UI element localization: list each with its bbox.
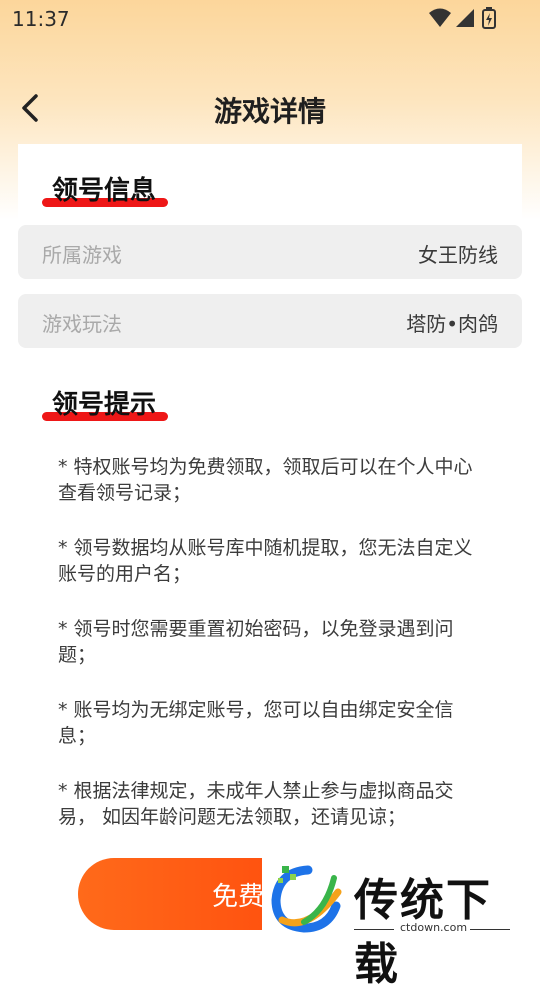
tip-item: * 账号均为无绑定账号，您可以自由绑定安全信息； xyxy=(58,699,454,747)
row-label: 游戏玩法 xyxy=(42,312,122,336)
row-value: 女王防线 xyxy=(418,243,498,267)
wifi-icon xyxy=(429,8,451,27)
watermark-url: ctdown.com xyxy=(400,921,468,934)
app-header: 游戏详情 xyxy=(0,80,540,136)
row-label: 所属游戏 xyxy=(42,243,122,267)
watermark-divider xyxy=(470,929,510,930)
tip-item: * 特权账号均为免费领取，领取后可以在个人中心 查看领号记录； xyxy=(58,456,473,504)
info-row-gameplay: 游戏玩法 塔防•肉鸽 xyxy=(18,294,522,348)
row-value: 塔防•肉鸽 xyxy=(406,312,498,336)
page-title: 游戏详情 xyxy=(213,95,326,128)
claim-button-label: 免费 xyxy=(212,882,265,912)
tips-title: 领号提示 xyxy=(52,390,157,420)
tip-item: * 领号时您需要重置初始密码，以免登录遇到问题； xyxy=(58,618,454,666)
account-info-title: 领号信息 xyxy=(52,176,157,206)
signal-icon xyxy=(456,9,474,27)
status-time: 11:37 xyxy=(12,7,70,31)
battery-icon xyxy=(482,7,496,29)
tip-item: * 根据法律规定，未成年人禁止参与虚拟商品交易， 如因年龄问题无法领取，还请见谅… xyxy=(58,780,454,828)
watermark-logo-icon xyxy=(271,865,342,933)
watermark: 传统下载 ctdown.com xyxy=(262,858,532,990)
status-bar: 11:37 xyxy=(0,0,540,36)
info-row-game: 所属游戏 女王防线 xyxy=(18,225,522,279)
tip-item: * 领号数据均从账号库中随机提取，您无法自定义 账号的用户名； xyxy=(58,537,473,585)
watermark-divider xyxy=(354,929,394,930)
